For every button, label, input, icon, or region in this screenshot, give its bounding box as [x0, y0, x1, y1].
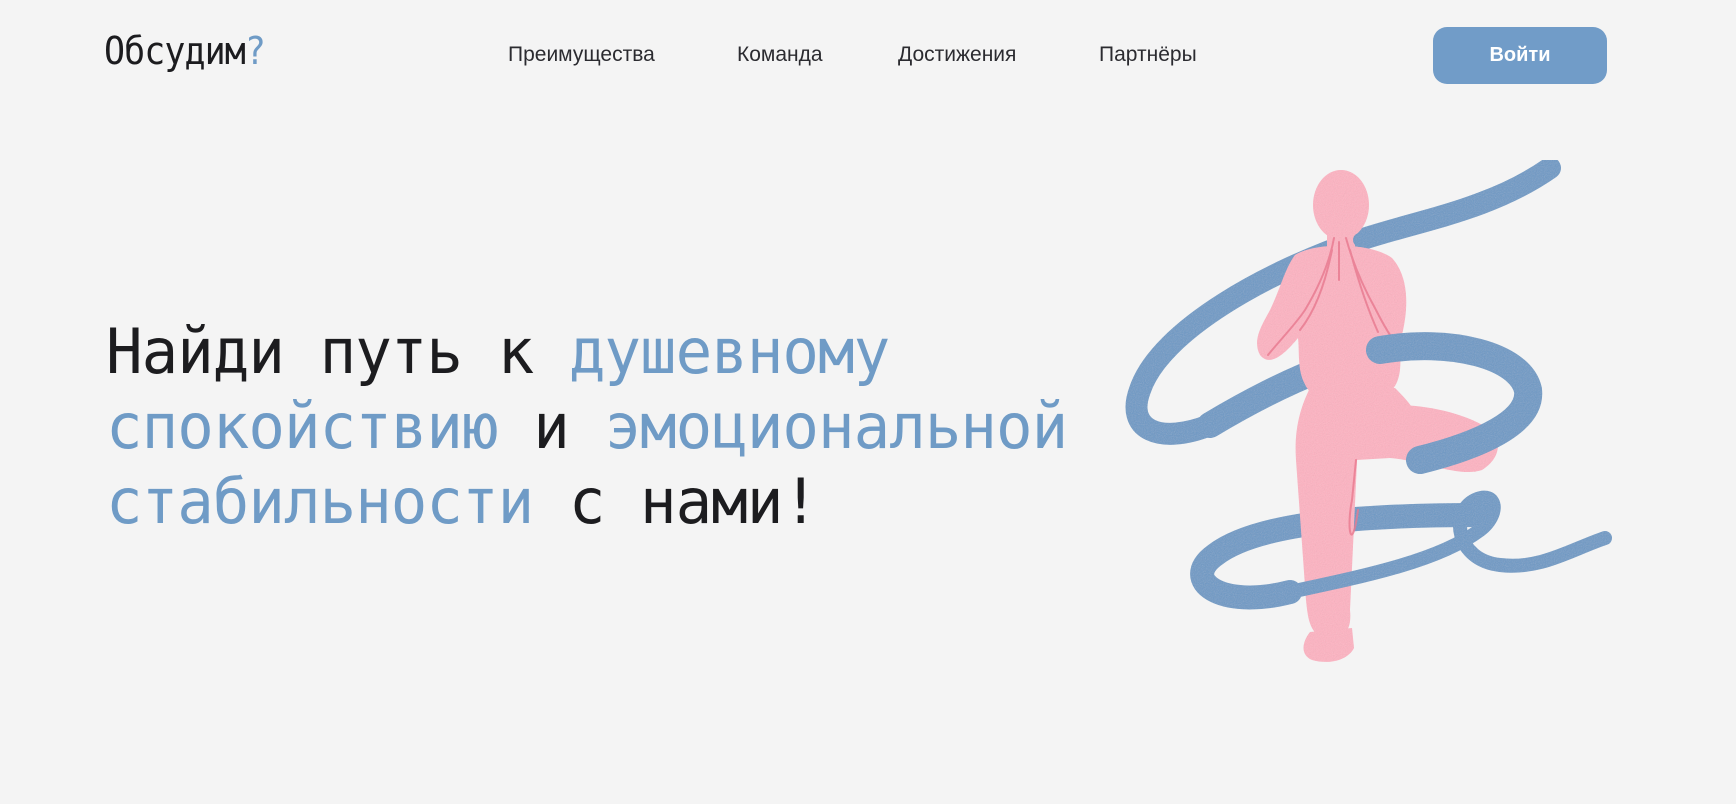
logo-text: Обсудим	[104, 29, 246, 73]
hero-accent-text: стабильности	[106, 465, 534, 538]
hero-text: с нами!	[533, 465, 819, 538]
hero-text: Найди путь к	[106, 315, 569, 388]
logo[interactable]: Обсудим?	[104, 24, 266, 78]
nav-link-partners[interactable]: Партнёры	[1099, 40, 1197, 70]
hero-accent-text: эмоциональной	[604, 390, 1068, 463]
hero-accent-text: спокойствию	[106, 390, 499, 463]
meditating-person-illustration	[1125, 160, 1612, 662]
hero-accent-text: душевному	[568, 315, 890, 388]
nav-link-team[interactable]: Команда	[737, 40, 823, 70]
hero-heading: Найди путь к душевному спокойствию и эмо…	[106, 314, 1068, 539]
nav-link-advantages[interactable]: Преимущества	[508, 40, 655, 70]
login-button[interactable]: Войти	[1433, 27, 1607, 84]
logo-question-mark: ?	[244, 29, 266, 73]
hero-line-2: спокойствию и эмоциональной	[106, 389, 1068, 464]
hero-line-1: Найди путь к душевному	[106, 314, 1067, 389]
hero-text: и	[497, 390, 605, 463]
nav-link-achievements[interactable]: Достижения	[898, 40, 1016, 70]
hero-line-3: стабильности с нами!	[106, 464, 1067, 539]
